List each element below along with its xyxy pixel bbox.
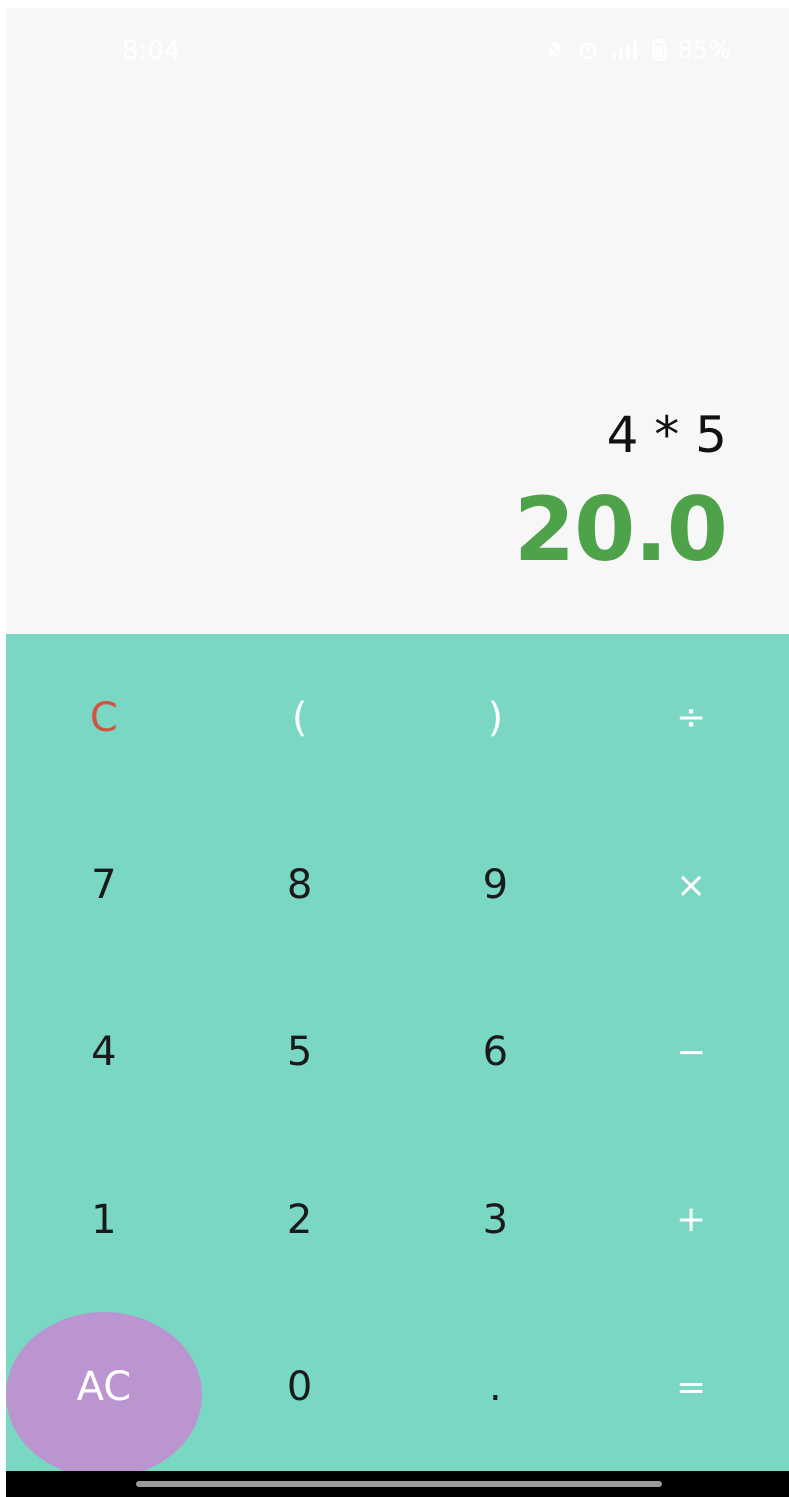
multiply-button[interactable]: × [593, 801, 789, 968]
battery-percent: 85% [677, 36, 731, 64]
close-paren-button[interactable]: ) [398, 634, 594, 801]
decimal-button[interactable]: . [398, 1304, 594, 1471]
navigation-bar [6, 1471, 789, 1497]
digit-0-button[interactable]: 0 [202, 1304, 398, 1471]
digit-1-button[interactable]: 1 [6, 1136, 202, 1303]
equals-button[interactable]: = [593, 1304, 789, 1471]
digit-9-button[interactable]: 9 [398, 801, 594, 968]
digit-8-button[interactable]: 8 [202, 801, 398, 968]
digit-4-button[interactable]: 4 [6, 969, 202, 1136]
home-indicator[interactable] [136, 1481, 662, 1487]
calculator-display: 4 * 5 20.0 [6, 88, 789, 634]
battery-icon [651, 39, 666, 61]
mute-icon [544, 39, 566, 61]
digit-3-button[interactable]: 3 [398, 1136, 594, 1303]
signal-icon [610, 39, 640, 61]
digit-5-button[interactable]: 5 [202, 969, 398, 1136]
open-paren-button[interactable]: ( [202, 634, 398, 801]
clear-button[interactable]: C [6, 634, 202, 801]
digit-2-button[interactable]: 2 [202, 1136, 398, 1303]
digit-7-button[interactable]: 7 [6, 801, 202, 968]
status-time: 8:04 [122, 36, 181, 66]
status-bar: 8:04 85% [6, 8, 789, 88]
digit-6-button[interactable]: 6 [398, 969, 594, 1136]
all-clear-button[interactable]: AC [6, 1304, 202, 1478]
calculator-screen: 8:04 85% 4 * 5 20.0 C () ÷ 7 8 9 × 4 5 … [6, 8, 789, 1497]
divide-button[interactable]: ÷ [593, 634, 789, 801]
alarm-icon [578, 39, 598, 61]
add-button[interactable]: + [593, 1136, 789, 1303]
subtract-button[interactable]: − [593, 969, 789, 1136]
status-icons: 85% [544, 36, 731, 64]
keypad: C ( ) ÷ 7 8 9 × 4 5 6 − 1 2 3 + AC 0 . = [6, 634, 789, 1478]
result-text: 20.0 [513, 478, 728, 581]
expression-text: 4 * 5 [606, 406, 727, 464]
